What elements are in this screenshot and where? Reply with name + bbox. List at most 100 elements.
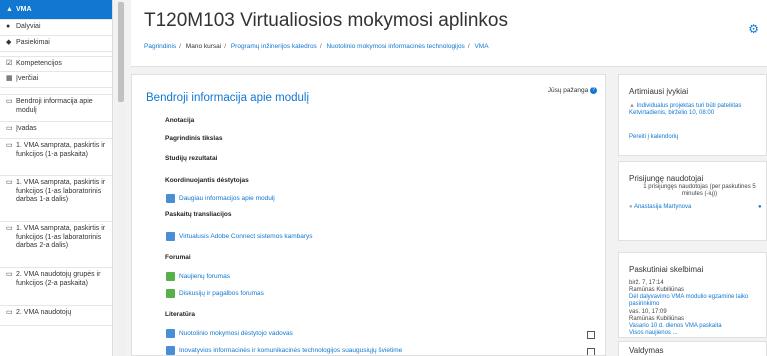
latest-news-block: Paskutiniai skelbimai birž. 7, 17:14 Ram… [618,252,767,338]
breadcrumb-my-courses[interactable]: Mano kursai [186,43,221,50]
course-section: Bendroji informacija apie modulį Jūsų pa… [131,74,606,356]
progress-label: Jūsų pažanga [547,87,589,95]
heading-anotacija: Anotacija [165,117,195,124]
sidebar-item-label: 1. VMA samprata, paskirtis ir funkcijos … [16,225,106,249]
sidebar-item-bendroji[interactable]: ▭ Bendroji informacija apie modulį [0,94,112,122]
activity-label: Virtualusis Adobe Connect sistemos kamba… [179,233,313,240]
sidebar-item-iverciai[interactable]: ▦ Įverčiai [0,72,112,88]
breadcrumb-course[interactable]: VMA [474,43,488,50]
heading-tikslas: Pagrindinis tikslas [165,135,223,142]
activity-label: Daugiau informacijos apie modulį [179,195,275,202]
news-date: vas. 10, 17:09 [629,309,667,315]
online-count: 1 prisijungęs naudotojas (per paskutines… [643,184,756,197]
heading-transliacijos: Paskaitų transliacijos [165,211,232,218]
breadcrumb-department[interactable]: Programų inžinerijos katedros [231,43,317,50]
sidebar-item-label: Įverčiai [16,75,39,82]
sidebar-item-vma-1a[interactable]: ▭ 1. VMA samprata, paskirtis ir funkcijo… [0,139,112,176]
activity-daugiau-info[interactable]: Daugiau informacijos apie modulį [166,194,275,203]
sidebar-item-vma-2b[interactable]: ▭ 2. VMA naudotojų [0,306,112,326]
event-date: Ketvirtadienis, birželio 10, 08:00 [629,110,715,116]
page-title: T120M103 Virtualiosios mokymosi aplinkos [144,10,508,31]
sidebar-item-vma-lab2[interactable]: ▭ 1. VMA samprata, paskirtis ir funkcijo… [0,222,112,268]
block-title: Paskutiniai skelbimai [629,265,704,274]
forum-icon [166,289,175,298]
event-link[interactable]: ▲ Individualus projektas turi būti patei… [629,103,741,110]
event-icon: ▲ [629,103,637,109]
sidebar-item-label: VMA [16,6,32,13]
news-item-link[interactable]: Vasario 10 d. dienos VMA paskaita [629,323,722,330]
sidebar-item-pasiekimai[interactable]: ◆ Pasiekimai [0,36,112,52]
file-icon [166,346,175,355]
sidebar-item-dalyviai[interactable]: ● Dalyviai [0,20,112,36]
event-text: Individualus projektas turi būti pateikt… [636,103,742,109]
sidebar-item-label: Įvadas [16,125,37,132]
folder-icon: ▭ [6,142,13,149]
activity-label: Naujienų forumas [179,273,230,280]
folder-icon: ▭ [6,125,13,132]
upcoming-events-block: Artimiausi įvykiai ▲ Individualus projek… [618,74,767,156]
sidebar-item-label: 1. VMA samprata, paskirtis ir funkcijos … [16,179,106,203]
file-icon [166,329,175,338]
section-title[interactable]: Bendroji informacija apie modulį [146,92,309,104]
message-icon[interactable]: ● [758,204,762,211]
all-news-link[interactable]: Visos naujienos ... [629,330,678,337]
breadcrumb: Pagrindinis / Mano kursai / Programų inžin… [144,43,489,50]
scrollbar-thumb[interactable] [118,2,124,102]
heading-forumai: Forumai [165,254,191,261]
block-title: Valdymas [629,346,664,355]
help-icon[interactable]: ? [590,87,597,94]
sidebar-item-label: 1. VMA samprata, paskirtis ir funkcijos … [16,142,106,158]
table-icon: ▦ [6,75,13,82]
heading-rezultatai: Studijų rezultatai [165,155,218,162]
calendar-link[interactable]: Pereiti į kalendorių [629,134,678,141]
sidebar-item-label: 2. VMA naudotojų [16,309,72,316]
mortarboard-icon: ▲ [6,6,13,13]
sidebar-item-ivadas[interactable]: ▭ Įvadas [0,122,112,139]
heading-literatura: Literatūra [165,311,195,318]
folder-icon: ▭ [6,271,13,278]
activity-inovatyvios-ikt[interactable]: Inovatyvios informacinės ir komunikacinė… [166,346,402,355]
sidebar-item-label: Pasiekimai [16,39,50,46]
completion-checkbox[interactable] [587,331,595,339]
sidebar-item-label: Kompetencijos [16,60,62,67]
sidebar-item-vma-2a[interactable]: ▭ 2. VMA naudotojų grupės ir funkcijos (… [0,268,112,306]
sidebar-item-kompetencijos[interactable]: ☑ Kompetencijos [0,56,112,72]
shield-icon: ◆ [6,39,12,46]
activity-destytojo-vadovas[interactable]: Nuotolinio mokymosi dėstytojo vadovas [166,329,293,338]
gear-icon[interactable]: ⚙ [748,22,759,36]
breadcrumb-home[interactable]: Pagrindinis [144,43,176,50]
sidebar-item-label: Dalyviai [16,23,41,30]
news-item-link[interactable]: Dėl dalyvavimo VMA modulio egzamine laik… [629,294,761,308]
heading-destytojas: Koordinuojantis dėstytojas [165,177,249,184]
activity-naujienu-forumas[interactable]: Naujienų forumas [166,272,230,281]
block-title: Prisijungę naudotojai [629,174,704,183]
sidebar-item-vma[interactable]: ▲ VMA [0,0,112,20]
activity-label: Diskusijų ir pagalbos forumas [179,290,264,297]
activity-diskusiju-forumas[interactable]: Diskusijų ir pagalbos forumas [166,289,264,298]
course-index-sidebar: ▲ VMA ● Dalyviai ◆ Pasiekimai ☑ Kompeten… [0,0,113,356]
news-date: birž. 7, 17:14 [629,280,664,286]
folder-icon: ▭ [6,98,13,105]
administration-block: Valdymas [618,341,767,356]
check-square-icon: ☑ [6,60,13,67]
folder-icon: ▭ [6,225,13,232]
users-icon: ● [6,23,11,30]
progress-indicator: Jūsų pažanga ? [548,87,597,94]
breadcrumb-category[interactable]: Nuotolinio mokymosi informacinės technol… [326,43,464,50]
url-icon [166,232,175,241]
news-author: Ramūnas Kubiliūnas [629,287,685,293]
sidebar-scrollbar[interactable] [117,0,125,356]
folder-icon: ▭ [6,309,13,316]
online-user[interactable]: ● Anastasija Martynova [629,204,691,211]
sidebar-item-vma-lab1[interactable]: ▭ 1. VMA samprata, paskirtis ir funkcijo… [0,176,112,222]
block-title: Artimiausi įvykiai [629,87,689,96]
page-icon [166,194,175,203]
activity-adobe-connect[interactable]: Virtualusis Adobe Connect sistemos kamba… [166,232,313,241]
page-header: T120M103 Virtualiosios mokymosi aplinkos… [131,0,767,67]
online-users-block: Prisijungę naudotojai 1 prisijungęs naud… [618,161,767,241]
completion-checkbox[interactable] [587,348,595,355]
online-user-name: Anastasija Martynova [633,204,692,210]
folder-icon: ▭ [6,179,13,186]
sidebar-item-label: 2. VMA naudotojų grupės ir funkcijos (2-… [16,271,101,287]
sidebar-item-label: Bendroji informacija apie modulį [16,98,93,114]
